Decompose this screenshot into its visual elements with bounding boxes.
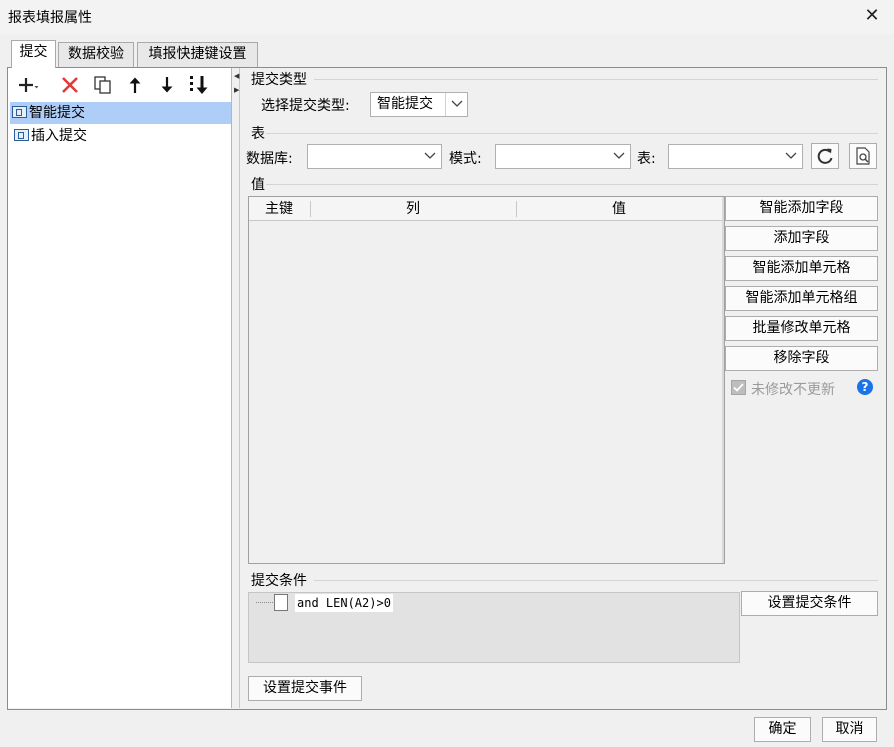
schema-label: 模式:	[449, 151, 482, 167]
section-divider	[266, 133, 878, 134]
smart-add-field-button[interactable]: 智能添加字段	[725, 196, 878, 221]
smart-add-cell-button[interactable]: 智能添加单元格	[725, 256, 878, 281]
delete-icon[interactable]	[58, 73, 82, 97]
set-submit-event-button[interactable]: 设置提交事件	[248, 676, 362, 701]
table-scrollbar[interactable]	[722, 197, 724, 563]
tree-connector	[256, 602, 273, 603]
table-section-label: 表	[251, 126, 265, 142]
tab-submit[interactable]: 提交	[11, 40, 56, 68]
value-section-label: 值	[251, 177, 265, 193]
tree-item-label: 智能提交	[29, 105, 85, 121]
move-bottom-icon[interactable]	[187, 73, 211, 97]
condition-section-label: 提交条件	[251, 573, 307, 589]
expand-arrow-icon[interactable]: ▶	[234, 86, 240, 94]
table-label: 表:	[637, 151, 656, 167]
no-update-if-unmodified-checkbox[interactable]	[731, 380, 746, 395]
smart-add-cell-group-button[interactable]: 智能添加单元格组	[725, 286, 878, 311]
chevron-down-icon	[780, 145, 802, 168]
preview-table-button[interactable]	[849, 143, 877, 169]
column-header-value[interactable]: 值	[517, 197, 721, 221]
condition-expression[interactable]: and LEN(A2)>0	[295, 594, 393, 612]
schema-select[interactable]	[495, 144, 631, 169]
pane-splitter[interactable]	[233, 68, 240, 708]
window-title: 报表填报属性	[8, 10, 92, 26]
submit-type-value: 智能提交	[377, 96, 433, 112]
database-label: 数据库:	[246, 151, 293, 167]
submit-list-pane	[8, 68, 232, 708]
table-select[interactable]	[668, 144, 803, 169]
ok-button[interactable]: 确定	[754, 717, 811, 742]
add-icon[interactable]	[16, 73, 40, 97]
search-document-icon	[853, 147, 873, 170]
report-node-icon	[14, 129, 29, 141]
tree-item-label: 插入提交	[31, 128, 87, 144]
submit-type-select[interactable]: 智能提交	[370, 92, 468, 117]
collapse-arrow-icon[interactable]: ◀	[234, 72, 240, 80]
column-header-column[interactable]: 列	[311, 197, 515, 221]
refresh-button[interactable]	[811, 143, 839, 169]
move-up-icon[interactable]	[123, 73, 147, 97]
title-bar	[0, 0, 894, 34]
checkmark-icon	[733, 383, 744, 392]
batch-modify-cell-button[interactable]: 批量修改单元格	[725, 316, 878, 341]
column-header-primary-key[interactable]: 主键	[249, 197, 309, 221]
tree-item-insert-submit[interactable]: 插入提交	[12, 125, 231, 147]
report-node-icon	[12, 106, 27, 118]
help-icon[interactable]: ?	[857, 379, 873, 395]
close-icon[interactable]: ✕	[858, 4, 886, 28]
tree-item-smart-submit[interactable]: 智能提交	[10, 102, 231, 124]
section-divider	[314, 79, 878, 80]
field-mapping-table[interactable]	[248, 196, 725, 564]
submit-type-label: 选择提交类型:	[261, 98, 350, 114]
tab-data-validation[interactable]: 数据校验	[58, 42, 134, 67]
submit-type-section-label: 提交类型	[251, 72, 307, 88]
database-select[interactable]	[307, 144, 442, 169]
cancel-button[interactable]: 取消	[822, 717, 877, 742]
set-condition-button[interactable]: 设置提交条件	[741, 591, 878, 616]
tab-shortcut-settings[interactable]: 填报快捷键设置	[137, 42, 258, 67]
remove-field-button[interactable]: 移除字段	[725, 346, 878, 371]
refresh-icon	[815, 148, 835, 170]
section-divider	[314, 580, 878, 581]
no-update-if-unmodified-label: 未修改不更新	[751, 382, 835, 398]
add-field-button[interactable]: 添加字段	[725, 226, 878, 251]
move-down-icon[interactable]	[155, 73, 179, 97]
copy-icon[interactable]	[91, 73, 115, 97]
document-icon	[274, 594, 288, 611]
chevron-down-icon	[419, 145, 441, 168]
chevron-down-icon	[608, 145, 630, 168]
section-divider	[266, 184, 878, 185]
chevron-down-icon	[445, 93, 467, 116]
